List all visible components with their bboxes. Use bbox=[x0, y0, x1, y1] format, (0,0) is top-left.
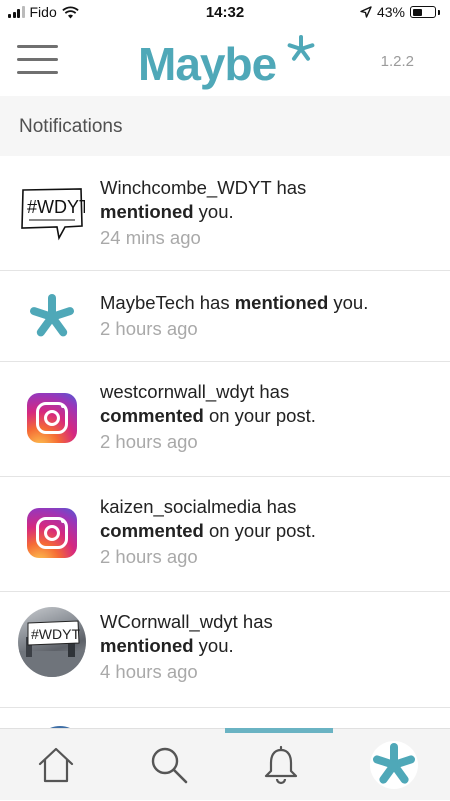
notification-text: westcornwall_wdyt has commented on your … bbox=[100, 380, 438, 454]
logo-text: Maybe bbox=[138, 36, 276, 92]
location-arrow-icon bbox=[360, 6, 372, 18]
maybe-star-icon bbox=[27, 292, 77, 342]
home-icon bbox=[36, 745, 76, 785]
tab-maybe[interactable] bbox=[338, 729, 450, 801]
notification-text: MaybeTech has mentioned you. 2 hours ago bbox=[100, 291, 438, 341]
notification-user: Winchcombe_WDYT bbox=[100, 177, 271, 198]
notification-action: commented bbox=[100, 405, 204, 426]
notification-text: kaizen_socialmedia has commented on your… bbox=[100, 495, 438, 569]
notification-item[interactable]: MaybeTech has mentioned you. 2 hours ago bbox=[0, 271, 450, 362]
notification-pre: has bbox=[195, 292, 235, 313]
tab-search[interactable] bbox=[113, 729, 226, 801]
maybe-star-logo bbox=[18, 283, 86, 351]
notification-post: on your post. bbox=[204, 520, 316, 541]
bell-icon bbox=[261, 745, 301, 785]
wdyt-photo-icon: #WDYT bbox=[18, 607, 86, 677]
avatar: #WDYT bbox=[18, 607, 86, 677]
svg-text:#WDYT: #WDYT bbox=[31, 626, 80, 642]
maybe-star-icon bbox=[369, 740, 419, 790]
notification-user: westcornwall_wdyt bbox=[100, 381, 254, 402]
section-header: Notifications bbox=[0, 96, 450, 156]
tab-bar bbox=[0, 728, 450, 800]
tab-home[interactable] bbox=[0, 729, 113, 801]
notification-action: mentioned bbox=[100, 635, 194, 656]
version-label: 1.2.2 bbox=[381, 53, 414, 70]
logo-star-icon bbox=[286, 34, 316, 64]
notification-text: Winchcombe_WDYT has mentioned you. 24 mi… bbox=[100, 176, 438, 250]
instagram-logo bbox=[27, 508, 77, 558]
notification-action: mentioned bbox=[235, 292, 329, 313]
notification-user: kaizen_socialmedia bbox=[100, 496, 261, 517]
notification-time: 2 hours ago bbox=[100, 430, 438, 454]
status-right: 43% bbox=[360, 4, 440, 20]
notification-time: 2 hours ago bbox=[100, 317, 438, 341]
notification-time: 2 hours ago bbox=[100, 545, 438, 569]
battery-fill bbox=[413, 9, 422, 16]
notification-action: commented bbox=[100, 520, 204, 541]
battery-tip bbox=[438, 10, 440, 15]
menu-icon[interactable] bbox=[17, 45, 58, 75]
notification-user: WCornwall_wdyt bbox=[100, 611, 238, 632]
wdyt-logo-icon: #WDYT bbox=[19, 186, 85, 242]
instagram-icon bbox=[18, 499, 86, 567]
wdyt-sketch-logo: #WDYT bbox=[18, 180, 86, 248]
notification-item-partial[interactable] bbox=[0, 708, 450, 728]
notification-post: you. bbox=[328, 292, 368, 313]
instagram-icon bbox=[18, 384, 86, 452]
notification-time: 24 mins ago bbox=[100, 226, 438, 250]
tab-notifications[interactable] bbox=[225, 729, 338, 801]
page-title: Notifications bbox=[19, 116, 123, 138]
notification-list: #WDYT Winchcombe_WDYT has mentioned you.… bbox=[0, 156, 450, 728]
notification-item[interactable]: westcornwall_wdyt has commented on your … bbox=[0, 362, 450, 477]
notification-pre: has bbox=[261, 496, 296, 517]
battery-icon bbox=[410, 6, 436, 18]
notification-pre: has bbox=[271, 177, 306, 198]
instagram-logo bbox=[27, 393, 77, 443]
search-icon bbox=[149, 745, 189, 785]
notification-post: you. bbox=[194, 201, 234, 222]
wdyt-photo-avatar: #WDYT bbox=[18, 608, 86, 676]
notification-item[interactable]: #WDYT Winchcombe_WDYT has mentioned you.… bbox=[0, 156, 450, 271]
notification-text: WCornwall_wdyt has mentioned you. 4 hour… bbox=[100, 610, 438, 684]
notification-pre: has bbox=[238, 611, 273, 632]
notification-pre: has bbox=[254, 381, 289, 402]
notification-item[interactable]: kaizen_socialmedia has commented on your… bbox=[0, 477, 450, 592]
app-header: Maybe 1.2.2 bbox=[0, 26, 450, 96]
svg-text:#WDYT: #WDYT bbox=[27, 197, 85, 217]
notification-post: on your post. bbox=[204, 405, 316, 426]
notification-action: mentioned bbox=[100, 201, 194, 222]
battery-percent: 43% bbox=[377, 4, 405, 20]
status-bar: Fido 14:32 43% bbox=[0, 0, 450, 26]
notification-post: you. bbox=[194, 635, 234, 656]
notification-item[interactable]: #WDYT WCornwall_wdyt has mentioned you. … bbox=[0, 592, 450, 708]
maybe-logo: Maybe bbox=[138, 36, 318, 92]
notification-user: MaybeTech bbox=[100, 292, 195, 313]
notification-time: 4 hours ago bbox=[100, 660, 438, 684]
